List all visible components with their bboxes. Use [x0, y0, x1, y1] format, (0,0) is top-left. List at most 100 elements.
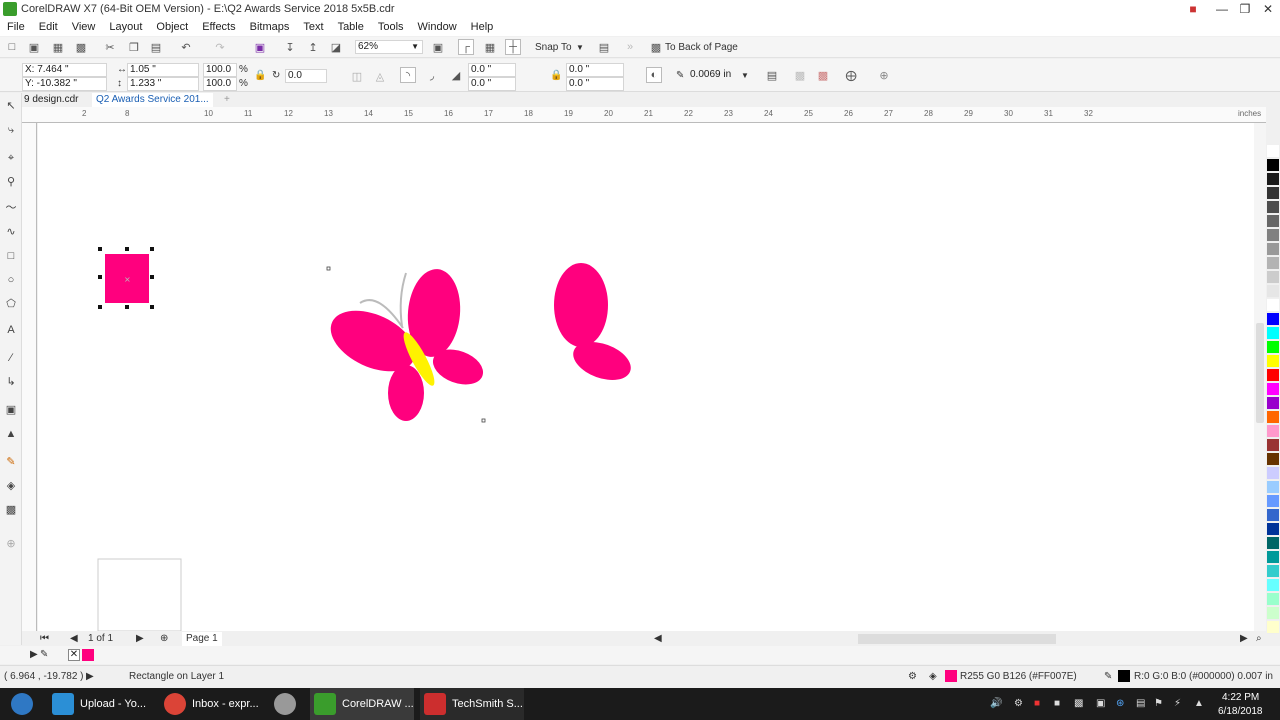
transparency-tool-icon[interactable]: ▲ [4, 427, 18, 441]
palette-swatch[interactable] [1267, 565, 1279, 578]
palette-swatch[interactable] [1267, 257, 1279, 270]
palette-swatch[interactable] [1267, 173, 1279, 186]
overflow-chevron-icon[interactable]: » [622, 39, 638, 55]
palette-swatch[interactable] [1267, 579, 1279, 592]
save-icon[interactable]: ▦ [50, 39, 66, 55]
interactive-fill-icon[interactable]: ◈ [4, 479, 18, 493]
freehand-tool-icon[interactable]: 〜 [4, 201, 18, 215]
pick-tool-icon[interactable]: ↖ [4, 99, 18, 113]
network-tray-icon[interactable]: ▩ [1074, 698, 1083, 710]
polygon-tool-icon[interactable]: ⬠ [4, 297, 18, 311]
fill-settings-icon[interactable]: ⚙ [908, 671, 917, 683]
palette-swatch[interactable] [1267, 187, 1279, 200]
scale-y-field[interactable]: 100.0 [203, 77, 237, 91]
palette-swatch[interactable] [1267, 481, 1279, 494]
minimize-button[interactable]: — [1211, 0, 1233, 18]
eyedropper-icon[interactable]: ✎ [4, 455, 18, 469]
partial-butterfly-wing[interactable] [554, 263, 636, 387]
zoom-icon[interactable]: ⌕ [1256, 633, 1262, 645]
menu-view[interactable]: View [65, 21, 103, 33]
taskbar-coreldraw[interactable]: CorelDRAW ... [310, 688, 414, 720]
relative-corner-icon[interactable]: ◐ [646, 67, 662, 83]
import-icon[interactable]: ↧ [282, 39, 298, 55]
add-tool-icon[interactable]: ⊕ [4, 537, 18, 551]
shape-tool-icon[interactable]: ⤷ [4, 123, 18, 137]
menu-layout[interactable]: Layout [102, 21, 149, 33]
palette-swatch[interactable] [1267, 201, 1279, 214]
power-icon[interactable]: ⚡ [1174, 698, 1181, 710]
x-position-field[interactable]: X: 7.464 " [22, 63, 107, 77]
scalloped-corner-icon[interactable]: ◞ [424, 67, 440, 83]
crop-tool-icon[interactable]: ⌖ [4, 151, 18, 165]
connector-tool-icon[interactable]: ↳ [4, 375, 18, 389]
options-icon[interactable]: ▤ [596, 39, 612, 55]
palette-swatch[interactable] [1267, 145, 1279, 158]
palette-swatch[interactable] [1267, 285, 1279, 298]
parallel-dimension-icon[interactable]: ∕ [4, 351, 18, 365]
corner-lock-icon[interactable]: 🔒 [550, 70, 562, 82]
palette-swatch[interactable] [1267, 509, 1279, 522]
menu-text[interactable]: Text [296, 21, 330, 33]
palette-swatch[interactable] [1267, 215, 1279, 228]
redo-icon[interactable]: ↷ [212, 39, 228, 55]
first-page-icon[interactable]: ⏮ [40, 633, 49, 645]
palette-swatch[interactable] [1267, 593, 1279, 606]
publish-pdf-icon[interactable]: ◪ [328, 39, 344, 55]
drawing-canvas[interactable]: × [38, 123, 1254, 632]
palette-swatch[interactable] [1267, 229, 1279, 242]
ellipse-tool-icon[interactable]: ○ [4, 273, 18, 287]
corner-radius-3-field[interactable]: 0.0 " [566, 63, 624, 77]
menu-window[interactable]: Window [411, 21, 464, 33]
mirror-vertical-icon[interactable]: ◬ [372, 68, 388, 84]
cut-icon[interactable]: ✂ [102, 39, 118, 55]
palette-swatch[interactable] [1267, 397, 1279, 410]
to-back-of-page-button[interactable]: To Back of Page [665, 42, 738, 54]
round-corner-icon[interactable]: ◝ [400, 67, 416, 83]
monitor-tray-icon[interactable]: ▣ [1096, 698, 1105, 710]
tab-9-design[interactable]: 9 design.cdr [20, 93, 82, 107]
to-back-layer-icon[interactable]: ▩ [815, 67, 831, 83]
next-page-icon[interactable]: ▶ [136, 633, 144, 645]
palette-swatch[interactable] [1267, 299, 1279, 312]
palette-swatch[interactable] [1267, 243, 1279, 256]
palette-swatch[interactable] [1267, 341, 1279, 354]
user-icon[interactable]: ■ [1182, 0, 1204, 18]
status-play-icon[interactable]: ▶ [86, 671, 94, 683]
zoom-tool-icon[interactable]: ⚲ [4, 175, 18, 189]
undo-icon[interactable]: ↶ [178, 39, 194, 55]
lock-ratio-icon[interactable]: 🔒 [254, 70, 266, 82]
menu-help[interactable]: Help [464, 21, 501, 33]
open-icon[interactable]: ▣ [26, 39, 42, 55]
height-field[interactable]: 1.233 " [127, 77, 199, 91]
drop-shadow-icon[interactable]: ▣ [4, 403, 18, 417]
snagit-tray-icon[interactable]: ■ [1054, 698, 1060, 710]
palette-swatch[interactable] [1267, 271, 1279, 284]
horizontal-scroll-thumb[interactable] [858, 634, 1056, 644]
palette-swatch[interactable] [1267, 383, 1279, 396]
palette-expand-icon[interactable]: ▶ [30, 649, 38, 661]
pink-swatch[interactable] [82, 649, 94, 661]
menu-bitmaps[interactable]: Bitmaps [243, 21, 297, 33]
maximize-button[interactable]: ❐ [1234, 0, 1256, 18]
show-guidelines-icon[interactable]: ┼ [505, 39, 521, 55]
wrap-text-icon[interactable]: ▤ [764, 67, 780, 83]
mirror-horizontal-icon[interactable]: ◫ [349, 68, 365, 84]
add-page-icon[interactable]: ⊕ [160, 633, 168, 645]
no-color-swatch[interactable]: ✕ [68, 649, 80, 661]
palette-swatch[interactable] [1267, 313, 1279, 326]
palette-swatch[interactable] [1267, 453, 1279, 466]
close-button[interactable]: ✕ [1257, 0, 1279, 18]
y-position-field[interactable]: Y: -10.382 " [22, 77, 107, 91]
eyedropper-palette-icon[interactable]: ✎ [40, 649, 48, 661]
speaker-icon[interactable]: 🔊 [990, 698, 1002, 710]
snap-to-dropdown[interactable]: Snap To [535, 42, 572, 54]
new-tab-icon[interactable]: + [220, 93, 234, 107]
export-icon[interactable]: ↥ [305, 39, 321, 55]
chamfered-corner-icon[interactable]: ◢ [448, 67, 464, 83]
palette-swatch[interactable] [1267, 425, 1279, 438]
palette-swatch[interactable] [1267, 607, 1279, 620]
menu-object[interactable]: Object [149, 21, 195, 33]
convert-to-curves-icon[interactable]: ⨁ [843, 67, 859, 83]
vertical-scrollbar[interactable] [1254, 123, 1266, 631]
taskbar-techsmith[interactable]: TechSmith S... [420, 688, 524, 720]
